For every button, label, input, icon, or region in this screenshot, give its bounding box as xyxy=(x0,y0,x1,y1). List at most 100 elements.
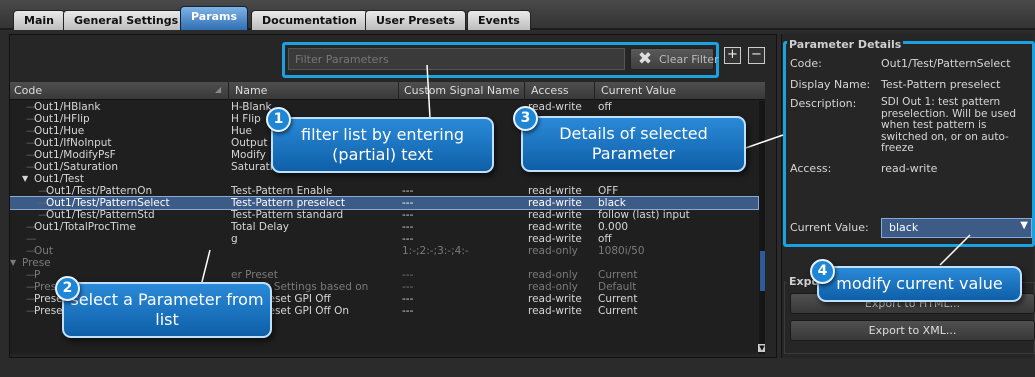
collapse-all-icon[interactable]: − xyxy=(748,47,765,64)
cell-access: read-only xyxy=(528,281,578,293)
callout-badge-1: 1 xyxy=(266,107,291,132)
cell-name: Test-Pattern standard xyxy=(231,209,344,221)
column-header-access[interactable]: Access xyxy=(531,84,569,97)
cell-custom-signal-name: --- xyxy=(402,233,414,245)
cell-access: read-write xyxy=(528,305,582,317)
filter-input[interactable]: Filter Parameters xyxy=(288,48,625,70)
column-header-current-value[interactable]: Current Value xyxy=(601,84,676,97)
callout-filter-text: filter list by entering (partial) text xyxy=(300,125,465,164)
export-xml-button[interactable]: Export to XML... xyxy=(790,320,1035,341)
details-title: Parameter Details xyxy=(787,38,904,51)
code-label: Code: xyxy=(790,57,822,70)
tree-line: — xyxy=(26,233,37,245)
cell-name: Total Delay xyxy=(231,221,289,233)
tree-toggle-icon[interactable]: ▼ xyxy=(22,173,28,185)
table-row[interactable]: — Out1/HBlank H-Blank read-write off xyxy=(10,101,758,113)
access-value: read-write xyxy=(881,162,938,175)
cell-custom-signal-name: --- xyxy=(402,269,414,281)
cell-code: Out1/IfNoInput xyxy=(34,137,112,149)
scroll-thumb[interactable] xyxy=(760,251,765,291)
cell-current-value: follow (last) input xyxy=(598,209,690,221)
tab-user-presets[interactable]: User Presets xyxy=(365,10,466,30)
cell-access: read-write xyxy=(528,209,582,221)
scroll-down-icon[interactable]: ▼ xyxy=(758,344,765,352)
table-row[interactable]: — Out1/TotalProcTime Total Delay --- read-wr… xyxy=(10,221,758,233)
cell-code: Out1/HBlank xyxy=(34,101,101,113)
cell-code: Out1/Test xyxy=(34,173,84,185)
table-row[interactable]: — Out1/Test/PatternStd Test-Pattern standa… xyxy=(10,209,758,221)
callout-modify: modify current value xyxy=(817,266,1022,302)
table-row[interactable]: — Per Preset --- read-only Current xyxy=(10,269,758,281)
cell-current-value: 1080i/50 xyxy=(598,245,645,257)
callout-badge-3: 3 xyxy=(513,106,538,131)
cell-custom-signal-name: 1:-;2:-;3:-;4:- xyxy=(402,245,469,257)
code-value: Out1/Test/PatternSelect xyxy=(881,57,1011,70)
tab-bar: Main General Settings Params Documentati… xyxy=(0,0,1035,30)
cell-code: Out1/Test/PatternStd xyxy=(46,209,155,221)
cell-current-value: off xyxy=(598,233,612,245)
cell-code: Out1/HFlip xyxy=(34,113,90,125)
cell-code: Out1/ModifyPsF xyxy=(34,149,116,161)
cell-custom-signal-name: --- xyxy=(402,197,414,209)
vertical-scrollbar[interactable] xyxy=(759,101,765,354)
table-row[interactable]: — Out1/Test/PatternSelect Test-Pattern pre… xyxy=(10,196,759,210)
cell-current-value: 0.000 xyxy=(598,221,629,233)
table-row[interactable]: ▼ Prese xyxy=(10,257,758,269)
current-value-select[interactable]: black ▼ xyxy=(881,218,1032,238)
callout-select: select a Parameter from list xyxy=(62,282,272,338)
cell-current-value: Current xyxy=(598,305,638,317)
cell-name: er Preset xyxy=(231,269,278,281)
cell-code: Prese xyxy=(22,257,51,269)
callout-badge-2: 2 xyxy=(55,276,80,301)
table-row[interactable]: — Out1/Test/PatternOn Test-Pattern Enable -… xyxy=(10,185,758,197)
access-label: Access: xyxy=(790,162,832,175)
close-icon: ✖ xyxy=(637,49,653,69)
callout-badge-4: 4 xyxy=(810,259,835,284)
chevron-down-icon: ▼ xyxy=(1020,220,1028,231)
tab-events[interactable]: Events xyxy=(467,10,531,30)
cell-name: Test-Pattern Enable xyxy=(231,185,333,197)
cell-access: read-write xyxy=(528,197,582,209)
table-row[interactable]: — g --- read-write off xyxy=(10,233,758,245)
cell-current-value: black xyxy=(598,197,626,209)
cell-current-value: OFF xyxy=(598,185,619,197)
cell-access: read-write xyxy=(528,293,582,305)
cell-custom-signal-name: --- xyxy=(402,185,414,197)
cell-name: H-Blank xyxy=(231,101,272,113)
table-row[interactable]: — Out 1:-;2:-;3:-;4:- read-only 1080i/50 xyxy=(10,245,758,257)
cell-code: Out xyxy=(34,245,54,257)
cell-code: Out1/TotalProcTime xyxy=(34,221,136,233)
callout-modify-text: modify current value xyxy=(836,274,1003,293)
cell-custom-signal-name: --- xyxy=(402,305,414,317)
tab-documentation[interactable]: Documentation xyxy=(251,10,368,30)
tab-main[interactable]: Main xyxy=(13,10,65,30)
display-name-value: Test-Pattern preselect xyxy=(881,78,1001,91)
callout-filter: filter list by entering (partial) text xyxy=(271,117,494,173)
cell-code: Out1/Hue xyxy=(34,125,85,137)
column-header-name[interactable]: Name xyxy=(235,84,267,97)
table-header: Code ◢ Name Custom Signal Name Access Cu… xyxy=(10,82,765,100)
cell-custom-signal-name: --- xyxy=(402,209,414,221)
cell-access: read-write xyxy=(528,221,582,233)
sort-indicator-icon: ◢ xyxy=(215,85,222,94)
callout-details: Details of selected Parameter xyxy=(521,116,746,172)
cell-code: Out1/Saturation xyxy=(34,161,118,173)
cell-name: g xyxy=(231,233,238,245)
tab-params[interactable]: Params xyxy=(180,6,249,30)
expand-all-icon[interactable]: + xyxy=(724,47,741,64)
cell-custom-signal-name: --- xyxy=(402,281,414,293)
description-value: SDI Out 1: test pattern preselection. Wi… xyxy=(881,96,1017,154)
column-header-code[interactable]: Code xyxy=(14,84,42,97)
display-name-label: Display Name: xyxy=(790,78,871,91)
cell-code: Out1/Test/PatternOn xyxy=(46,185,153,197)
cell-current-value: Current xyxy=(598,293,638,305)
table-row[interactable]: ▼ Out1/Test xyxy=(10,173,758,185)
cell-custom-signal-name: --- xyxy=(402,221,414,233)
current-value-label: Current Value: xyxy=(790,221,869,234)
cell-access: read-write xyxy=(528,185,582,197)
callout-select-text: select a Parameter from list xyxy=(70,290,264,329)
tree-toggle-icon[interactable]: ▼ xyxy=(10,257,16,269)
column-header-custom-signal-name[interactable]: Custom Signal Name xyxy=(404,84,519,97)
tab-general-settings[interactable]: General Settings xyxy=(63,10,190,30)
cell-current-value: Current xyxy=(598,269,638,281)
